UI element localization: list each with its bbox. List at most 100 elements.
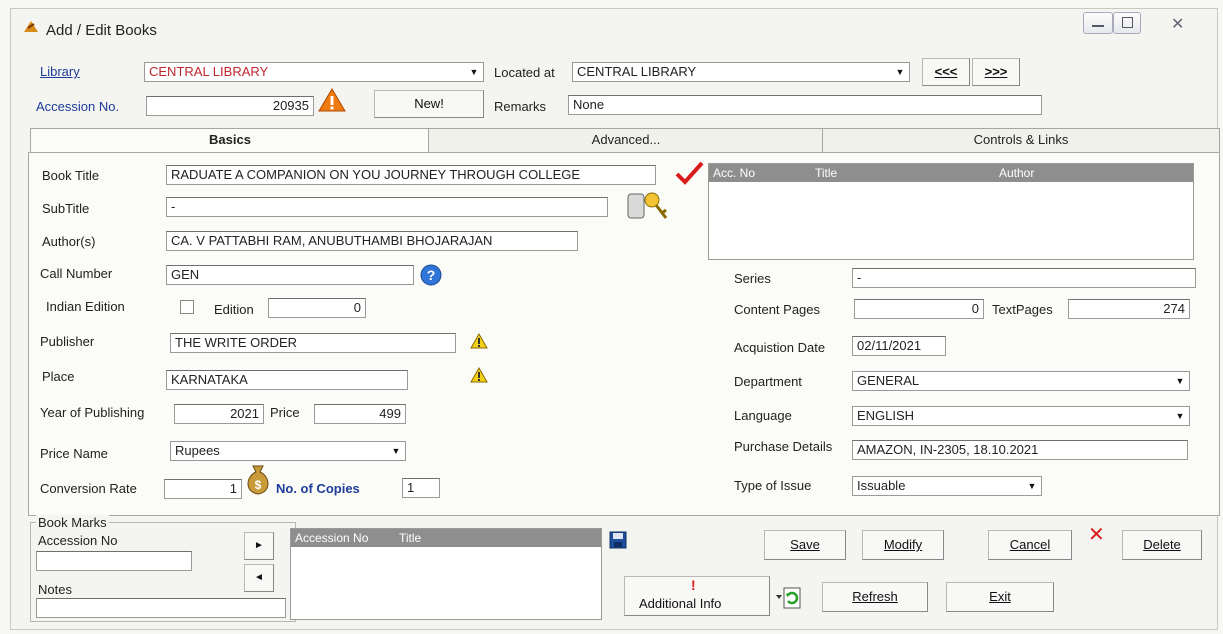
remarks-input[interactable]: None xyxy=(568,95,1042,115)
place-label: Place xyxy=(42,369,75,384)
delete-button[interactable]: Delete xyxy=(1122,530,1202,560)
department-select[interactable]: GENERAL ▼ xyxy=(852,371,1190,391)
bm-col-title[interactable]: Title xyxy=(399,531,421,545)
bookmark-notes-label: Notes xyxy=(38,582,72,597)
acquisition-date-input[interactable]: 02/11/2021 xyxy=(852,336,946,356)
subtitle-input[interactable]: - xyxy=(166,197,608,217)
price-name-select[interactable]: Rupees ▼ xyxy=(170,441,406,461)
money-bag-icon: $ xyxy=(247,465,269,495)
chevron-down-icon: ▼ xyxy=(391,446,401,456)
exit-label: Exit xyxy=(989,589,1011,604)
department-label: Department xyxy=(734,374,802,389)
indian-edition-checkbox[interactable] xyxy=(180,300,194,314)
department-value: GENERAL xyxy=(857,373,920,388)
cancel-button[interactable]: Cancel xyxy=(988,530,1072,560)
conversion-input[interactable]: 1 xyxy=(164,479,242,499)
located-label: Located at xyxy=(494,65,555,80)
help-icon[interactable]: ? xyxy=(420,264,442,286)
indian-edition-label: Indian Edition xyxy=(46,299,125,314)
new-button[interactable]: New! xyxy=(374,90,484,118)
svg-text:$: $ xyxy=(255,478,262,492)
exclamation-icon: ! xyxy=(691,577,696,593)
series-input[interactable]: - xyxy=(852,268,1196,288)
place-input[interactable]: KARNATAKA xyxy=(166,370,408,390)
library-label: Library xyxy=(40,64,80,79)
maximize-button[interactable] xyxy=(1113,12,1141,34)
publisher-input[interactable]: THE WRITE ORDER xyxy=(170,333,456,353)
accession-input[interactable]: 20935 xyxy=(146,96,314,116)
keys-icon[interactable] xyxy=(622,188,670,224)
cancel-label: Cancel xyxy=(1009,537,1051,552)
close-icon[interactable]: ✕ xyxy=(1171,14,1184,34)
refresh-icon xyxy=(776,587,801,609)
book-title-input[interactable]: RADUATE A COMPANION ON YOU JOURNEY THROU… xyxy=(166,165,656,185)
price-input[interactable]: 499 xyxy=(314,404,406,424)
bookmarks-grid[interactable]: Accession No Title xyxy=(290,528,602,620)
tab-controls-links[interactable]: Controls & Links xyxy=(822,128,1220,153)
bm-col-accession[interactable]: Accession No xyxy=(295,531,368,545)
search-results-grid[interactable]: Acc. No Title Author xyxy=(708,163,1194,260)
refresh-button[interactable]: Refresh xyxy=(822,582,928,612)
previous-record-button[interactable]: <<< xyxy=(922,58,970,86)
acquisition-date-label: Acquistion Date xyxy=(734,340,826,355)
price-label: Price xyxy=(270,405,300,420)
chevron-down-icon: ▼ xyxy=(1175,411,1185,421)
additional-info-button[interactable]: ! Additional Info xyxy=(624,576,770,616)
remarks-label: Remarks xyxy=(494,99,547,114)
price-name-value: Rupees xyxy=(175,443,220,458)
copies-input[interactable]: 1 xyxy=(402,478,440,498)
call-number-label: Call Number xyxy=(40,266,113,281)
bookmark-accession-input[interactable] xyxy=(36,551,192,571)
type-of-issue-select[interactable]: Issuable ▼ xyxy=(852,476,1042,496)
authors-label: Author(s) xyxy=(42,234,96,249)
checkmark-icon xyxy=(675,161,704,185)
chevron-down-icon: ▼ xyxy=(895,67,905,77)
chevron-down-icon: ▼ xyxy=(1027,481,1037,491)
content-pages-input[interactable]: 0 xyxy=(854,299,984,319)
warning-icon xyxy=(318,88,346,112)
accession-label: Accession No. xyxy=(36,99,120,114)
language-value: ENGLISH xyxy=(857,408,915,423)
call-number-input[interactable]: GEN xyxy=(166,265,414,285)
bookmarks-grid-header: Accession No Title xyxy=(291,529,601,547)
located-select[interactable]: CENTRAL LIBRARY ▼ xyxy=(572,62,910,82)
text-pages-input[interactable]: 274 xyxy=(1068,299,1190,319)
year-input[interactable]: 2021 xyxy=(174,404,264,424)
series-label: Series xyxy=(734,271,771,286)
grid-col-acc-no[interactable]: Acc. No xyxy=(713,166,755,180)
tab-advanced[interactable]: Advanced... xyxy=(428,128,824,153)
bookmark-accession-label: Accession No xyxy=(38,533,118,548)
purchase-details-input[interactable]: AMAZON, IN-2305, 18.10.2021 xyxy=(852,440,1188,460)
remove-bookmark-button[interactable]: ◄ xyxy=(244,564,274,592)
save-button[interactable]: Save xyxy=(764,530,846,560)
conversion-label: Conversion Rate xyxy=(40,481,137,496)
refresh-label: Refresh xyxy=(852,589,898,604)
delete-label: Delete xyxy=(1143,537,1181,552)
exit-button[interactable]: Exit xyxy=(946,582,1054,612)
modify-button[interactable]: Modify xyxy=(862,530,944,560)
tab-basics[interactable]: Basics xyxy=(30,128,430,153)
price-name-label: Price Name xyxy=(40,446,108,461)
library-app-icon xyxy=(24,21,38,32)
modify-label: Modify xyxy=(883,537,923,552)
next-record-button[interactable]: >>> xyxy=(972,58,1020,86)
chevron-down-icon: ▼ xyxy=(1175,376,1185,386)
warning-icon xyxy=(470,367,488,383)
purchase-details-label: Purchase Details xyxy=(734,439,833,454)
delete-x-icon: ✕ xyxy=(1088,524,1105,546)
grid-col-title[interactable]: Title xyxy=(815,166,837,180)
authors-input[interactable]: CA. V PATTABHI RAM, ANUBUTHAMBI BHOJARAJ… xyxy=(166,231,578,251)
language-select[interactable]: ENGLISH ▼ xyxy=(852,406,1190,426)
add-bookmark-button[interactable]: ► xyxy=(244,532,274,560)
search-grid-header: Acc. No Title Author xyxy=(709,164,1193,182)
library-select[interactable]: CENTRAL LIBRARY ▼ xyxy=(144,62,484,82)
publisher-label: Publisher xyxy=(40,334,95,349)
year-label: Year of Publishing xyxy=(40,405,145,420)
additional-info-label: Additional Info xyxy=(639,596,722,611)
bookmark-notes-input[interactable] xyxy=(36,598,286,618)
subtitle-label: SubTitle xyxy=(42,201,90,216)
warning-icon xyxy=(470,333,488,349)
edition-input[interactable]: 0 xyxy=(268,298,366,318)
grid-col-author[interactable]: Author xyxy=(999,166,1034,180)
minimize-button[interactable] xyxy=(1083,12,1113,34)
